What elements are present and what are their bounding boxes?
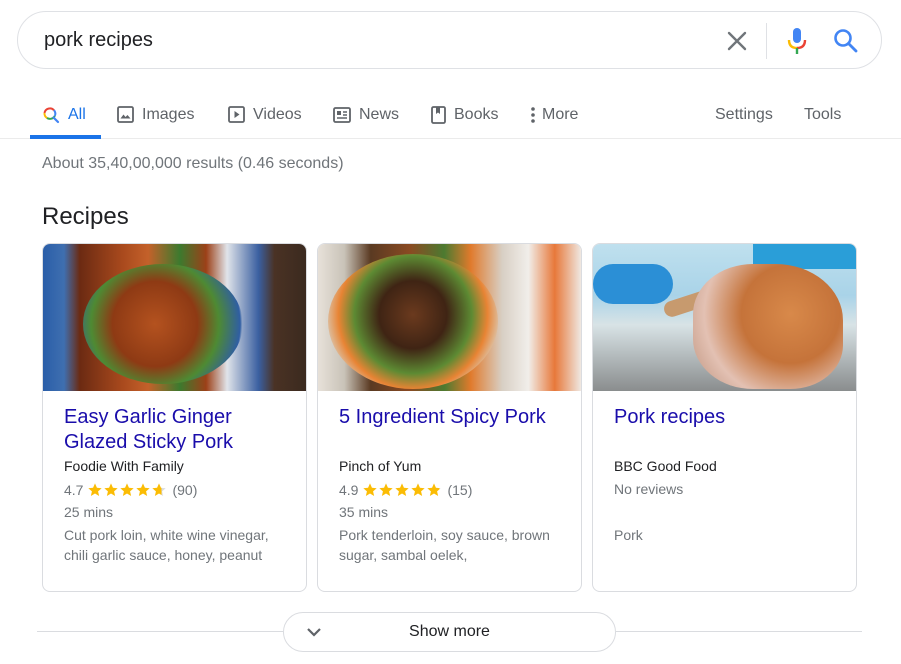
show-more-divider-right (616, 631, 862, 632)
star-icon (395, 483, 410, 496)
ingredients: Pork (614, 527, 643, 543)
star-icon (120, 483, 135, 496)
ingredients: Pork tenderloin, soy sauce, brown sugar,… (339, 527, 550, 563)
star-rating (87, 482, 167, 498)
image-icon (117, 106, 134, 123)
active-tab-indicator (30, 135, 101, 139)
tab-label: Videos (253, 105, 302, 123)
recipe-source: Foodie With Family (64, 458, 184, 474)
cook-time: 25 mins (64, 504, 114, 520)
tab-videos[interactable]: Videos (228, 90, 302, 139)
tab-label: Images (142, 105, 195, 123)
ingredients: Cut pork loin, white wine vinegar, chili… (64, 527, 269, 563)
recipe-rating: 4.9 (15) (339, 480, 561, 500)
review-count: (15) (447, 482, 473, 498)
recipe-rating: 4.7 (90) (64, 480, 286, 500)
result-stats: About 35,40,00,000 results (0.46 seconds… (42, 155, 344, 172)
recipe-title-link[interactable]: Easy Garlic Ginger Glazed Sticky Pork (64, 405, 286, 455)
search-bar (17, 11, 882, 69)
recipe-source: Pinch of Yum (339, 458, 422, 474)
tab-books[interactable]: Books (431, 90, 498, 139)
rating-value: 4.9 (339, 482, 359, 498)
show-more-label: Show more (409, 623, 490, 640)
settings-link[interactable]: Settings (715, 90, 773, 139)
show-more-button[interactable]: Show more (283, 612, 616, 652)
play-icon (228, 106, 245, 123)
review-count: (90) (172, 482, 198, 498)
tab-more[interactable]: More (530, 90, 578, 139)
settings-label: Settings (715, 105, 773, 123)
news-icon (333, 106, 351, 123)
recipe-source: BBC Good Food (614, 458, 717, 474)
microphone-icon (787, 28, 807, 54)
search-tabs: All Images Videos News Books More Settin… (0, 90, 901, 139)
search-icon (834, 29, 858, 53)
tab-label: News (359, 105, 400, 123)
search-input[interactable] (44, 26, 684, 54)
no-reviews: No reviews (614, 481, 684, 497)
book-icon (431, 105, 446, 124)
recipe-image-roast-pork (593, 244, 856, 391)
tab-news[interactable]: News (333, 90, 399, 139)
recipe-image-spicy-pork (318, 244, 581, 391)
star-icon (427, 483, 442, 496)
rating-value: 4.7 (64, 482, 84, 498)
tools-link[interactable]: Tools (804, 90, 841, 139)
voice-search-button[interactable] (784, 25, 810, 57)
search-submit-button[interactable] (832, 27, 860, 55)
search-divider (766, 23, 767, 59)
star-icon (411, 483, 426, 496)
tab-label: All (68, 105, 86, 123)
star-icon (379, 483, 394, 496)
star-icon (136, 483, 151, 496)
recipe-card[interactable]: 5 Ingredient Spicy Pork Pinch of Yum 4.9… (317, 243, 582, 592)
recipe-image-glazed-pork (43, 244, 306, 391)
tab-label: More (542, 105, 579, 123)
recipe-title-link[interactable]: Pork recipes (614, 405, 836, 455)
tools-label: Tools (804, 105, 842, 123)
more-vert-icon (530, 106, 536, 124)
star-icon (88, 483, 103, 496)
recipes-heading: Recipes (42, 203, 129, 230)
tab-images[interactable]: Images (117, 90, 194, 139)
recipe-title-link[interactable]: 5 Ingredient Spicy Pork (339, 405, 561, 455)
recipe-card[interactable]: Easy Garlic Ginger Glazed Sticky Pork Fo… (42, 243, 307, 592)
star-icon (152, 483, 167, 496)
tab-all[interactable]: All (42, 90, 86, 139)
recipe-card[interactable]: Pork recipes BBC Good Food No reviews Po… (592, 243, 857, 592)
clear-search-button[interactable] (724, 28, 750, 54)
search-icon (42, 106, 60, 124)
cook-time: 35 mins (339, 504, 389, 520)
tab-label: Books (454, 105, 499, 123)
show-more-divider-left (37, 631, 283, 632)
star-icon (363, 483, 378, 496)
close-icon (727, 31, 747, 51)
star-icon (104, 483, 119, 496)
star-rating (362, 482, 442, 498)
